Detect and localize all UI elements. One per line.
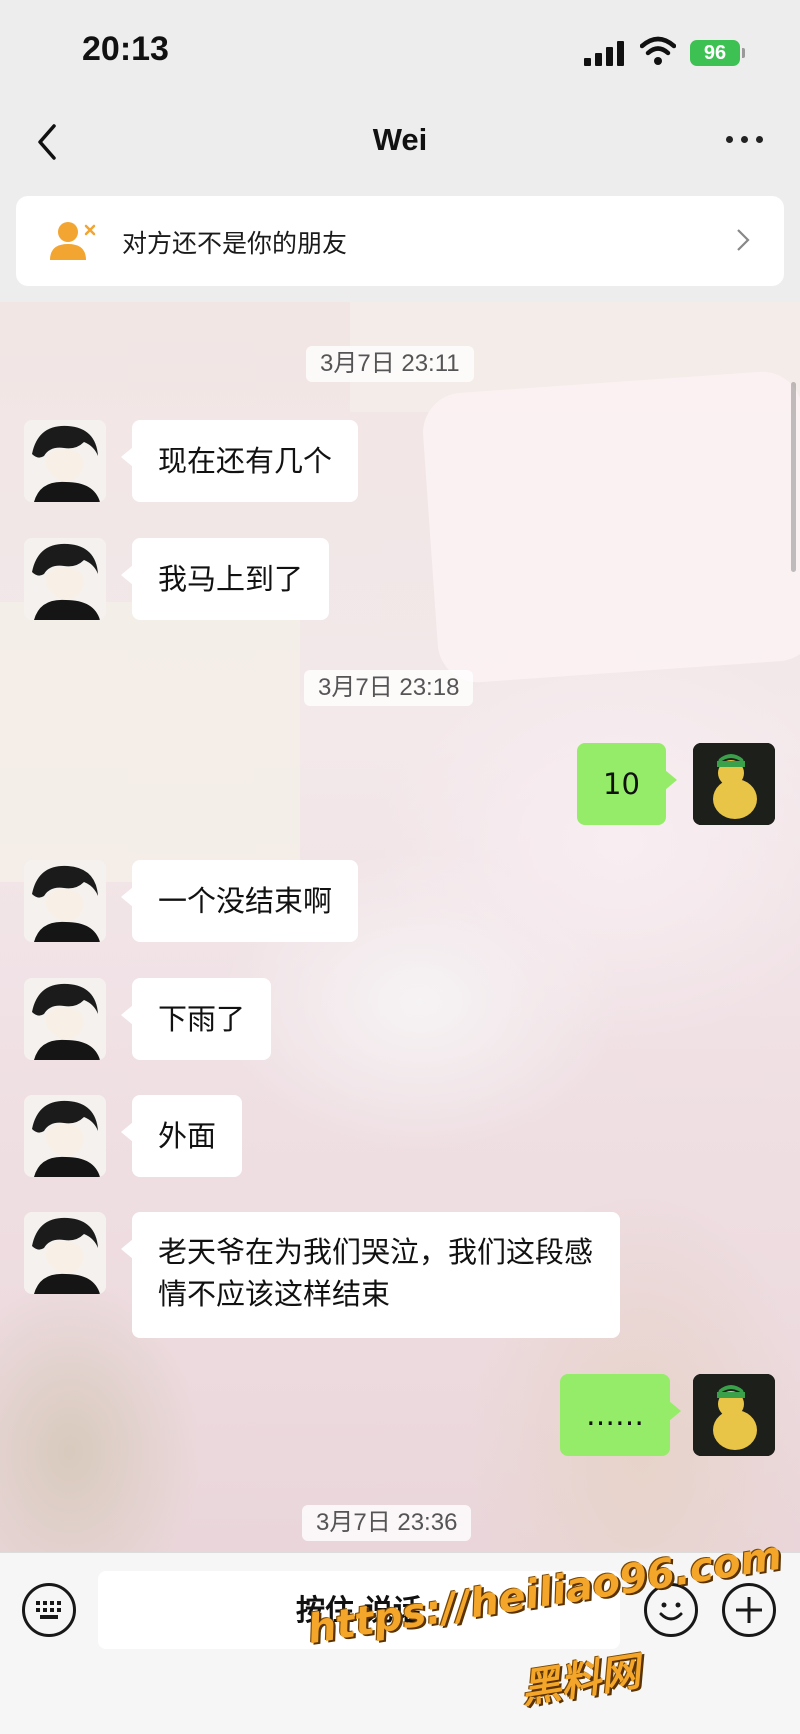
more-icon[interactable]	[724, 130, 764, 150]
message-bubble-received[interactable]: 老天爷在为我们哭泣，我们这段感 情不应该这样结束	[121, 1212, 620, 1338]
message-line: 老天爷在为我们哭泣，我们这段感	[158, 1235, 594, 1269]
nav-bar: Wei	[0, 100, 800, 190]
scrollbar[interactable]	[791, 382, 796, 572]
message-bubble-received[interactable]: 下雨了	[120, 978, 272, 1060]
chat-title: Wei	[372, 122, 428, 157]
message-bubble-received[interactable]: 我马上到了	[120, 538, 330, 620]
user-x-icon	[50, 222, 96, 260]
avatar-self[interactable]	[693, 743, 775, 825]
avatar-contact[interactable]	[24, 538, 106, 620]
plus-icon[interactable]	[722, 1583, 776, 1637]
chevron-right-icon	[737, 229, 750, 251]
message-bubble-received[interactable]: 一个没结束啊	[120, 860, 359, 942]
signal-icon	[584, 40, 626, 66]
message-bubble-received[interactable]: 外面	[120, 1095, 243, 1177]
avatar-contact[interactable]	[24, 1212, 106, 1294]
stranger-banner[interactable]: 对方还不是你的朋友	[16, 196, 784, 286]
message-line: 情不应该这样结束	[158, 1277, 391, 1311]
timestamp: 3月7日 23:11	[306, 346, 474, 382]
wifi-icon	[640, 36, 676, 65]
status-bar: 20:13 96	[0, 0, 800, 100]
avatar-contact[interactable]	[24, 1095, 106, 1177]
message-bubble-received[interactable]: 现在还有几个	[120, 420, 359, 502]
timestamp: 3月7日 23:36	[302, 1505, 472, 1541]
avatar-contact[interactable]	[24, 978, 106, 1060]
avatar-contact[interactable]	[24, 860, 106, 942]
background-pillow	[420, 369, 800, 685]
chat-area[interactable]: 3月7日 23:11 现在还有几个 我马上到了 3月7日 23:18 10 一个…	[0, 302, 800, 1552]
battery-indicator: 96	[690, 40, 745, 66]
avatar-self[interactable]	[693, 1374, 775, 1456]
stranger-banner-area: 对方还不是你的朋友	[0, 190, 800, 302]
banner-text: 对方还不是你的朋友	[122, 229, 348, 258]
avatar-contact[interactable]	[24, 420, 106, 502]
background-nightstand	[0, 602, 300, 882]
timestamp: 3月7日 23:18	[304, 670, 474, 706]
message-bubble-sent[interactable]: ……	[560, 1374, 681, 1456]
message-bubble-sent[interactable]: 10	[577, 743, 677, 825]
keyboard-icon[interactable]	[22, 1583, 76, 1637]
status-time: 20:13	[82, 30, 169, 68]
